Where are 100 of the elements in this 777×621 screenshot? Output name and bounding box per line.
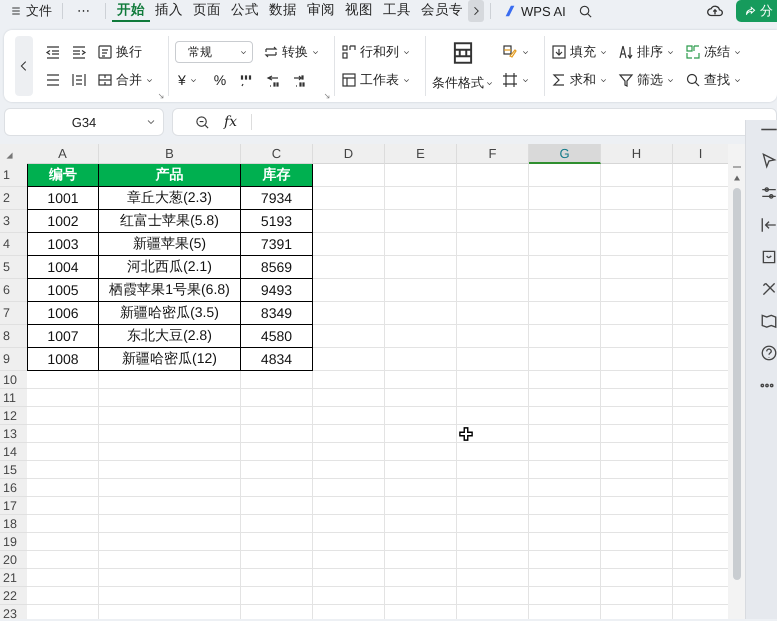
empty-cell [529,515,601,533]
toolbar-button[interactable]: 换行 [97,42,142,62]
row-header[interactable]: 2 [0,187,27,210]
empty-cell [385,461,457,479]
table-cell: 1005 [27,279,99,302]
row-header[interactable]: 20 [0,551,27,569]
empty-cell [457,533,529,551]
empty-cell [241,371,313,389]
number-format-select[interactable]: 常规 [175,41,253,63]
row-header[interactable]: 10 [0,371,27,389]
name-box[interactable]: G34 [4,108,164,136]
empty-cell [529,279,601,302]
empty-cell [313,407,385,425]
file-menu-button[interactable]: 文件 [6,1,56,21]
row-header[interactable]: 19 [0,533,27,551]
row-header[interactable]: 12 [0,407,27,425]
empty-cell [385,302,457,325]
convert-icon [263,44,279,60]
ai-button[interactable]: WPS AI [499,1,570,21]
empty-cell [241,533,313,551]
empty-cell [529,256,601,279]
menu-tab[interactable]: 视图 [340,0,378,22]
table-cell: 新疆哈密瓜(3.5) [99,302,241,325]
toolbar-button[interactable]: % [210,70,230,90]
empty-cell [385,279,457,302]
toolbar-button[interactable]: 行和列 [341,42,411,62]
row-header[interactable]: 17 [0,497,27,515]
toolbar-button[interactable]: 转换 [263,42,320,62]
align-icon [45,72,61,88]
menu-tab[interactable]: 页面 [188,0,226,22]
row-header[interactable]: 5 [0,256,27,279]
row-header[interactable]: 8 [0,325,27,348]
menu-tab[interactable]: 开始 [112,0,150,22]
row-header[interactable]: 11 [0,389,27,407]
empty-cell [529,389,601,407]
row-header[interactable]: 21 [0,569,27,587]
table-cell: 9493 [241,279,313,302]
row-header[interactable]: 6 [0,279,27,302]
empty-cell [529,187,601,210]
row-header[interactable]: 23 [0,605,27,619]
empty-cell [241,443,313,461]
toolbar-button[interactable]: 工作表 [341,70,411,90]
empty-cell [241,551,313,569]
column-header[interactable]: G [529,144,601,164]
toolbar-button[interactable]: 排序 [618,42,675,62]
toolbar-button[interactable]: 查找 [685,70,742,90]
menu-tab[interactable]: 插入 [150,0,188,22]
share-icon [744,4,757,18]
row-header[interactable]: 16 [0,479,27,497]
share-button[interactable]: 分 [736,0,777,22]
header-cell: 库存 [241,164,313,187]
outdent-icon [45,44,61,60]
empty-cell [601,325,673,348]
menu-tab[interactable]: 工具 [378,0,416,22]
empty-cell [457,407,529,425]
table-cell: 8569 [241,256,313,279]
vertical-scrollbar[interactable] [728,144,745,619]
empty-cell [385,425,457,443]
conditional-format-button[interactable]: 条件格式 [432,40,494,92]
empty-cell [529,325,601,348]
menu-tab[interactable]: 审阅 [302,0,340,22]
empty-cell [529,371,601,389]
row-header[interactable]: 15 [0,461,27,479]
empty-cell [529,348,601,371]
group-launcher-button[interactable] [157,92,165,100]
scroll-tabs-button[interactable] [468,0,484,22]
search-icon [578,4,593,18]
menu-tab[interactable]: 公式 [226,0,264,22]
empty-cell [313,569,385,587]
menu-tab[interactable]: 数据 [264,0,302,22]
table-cell: 1002 [27,210,99,233]
row-header[interactable]: 22 [0,587,27,605]
menu-tab[interactable]: 会员专 [416,0,468,22]
empty-cell [385,497,457,515]
empty-cell [457,210,529,233]
empty-cell [313,210,385,233]
formula-field[interactable]: fx [172,108,777,136]
fill-icon [551,44,567,60]
toolbar-button[interactable] [502,70,530,90]
column-header[interactable]: E [385,144,457,164]
column-header[interactable]: D [313,144,385,164]
row-header[interactable]: 4 [0,233,27,256]
toolbar-button[interactable]: 合并 [97,70,154,90]
row-header[interactable]: 1 [0,164,27,187]
table-cell: 新疆苹果(5) [99,233,241,256]
row-header[interactable]: 13 [0,425,27,443]
toolbar-button[interactable]: 冻结 [685,42,742,62]
toolbar-button[interactable]: 求和 [551,70,608,90]
more-button[interactable]: ⋯ [69,1,99,21]
row-header[interactable]: 18 [0,515,27,533]
row-header[interactable]: 7 [0,302,27,325]
row-header[interactable]: 14 [0,443,27,461]
toolbar-button[interactable]: ¥ [175,70,201,90]
row-header[interactable]: 3 [0,210,27,233]
empty-cell [313,302,385,325]
row-header[interactable]: 9 [0,348,27,371]
group-launcher-button[interactable] [323,92,331,100]
toolbar-button[interactable]: 筛选 [618,70,675,90]
column-header[interactable]: H [601,144,673,164]
toolbar-button[interactable]: 填充 [551,42,608,62]
